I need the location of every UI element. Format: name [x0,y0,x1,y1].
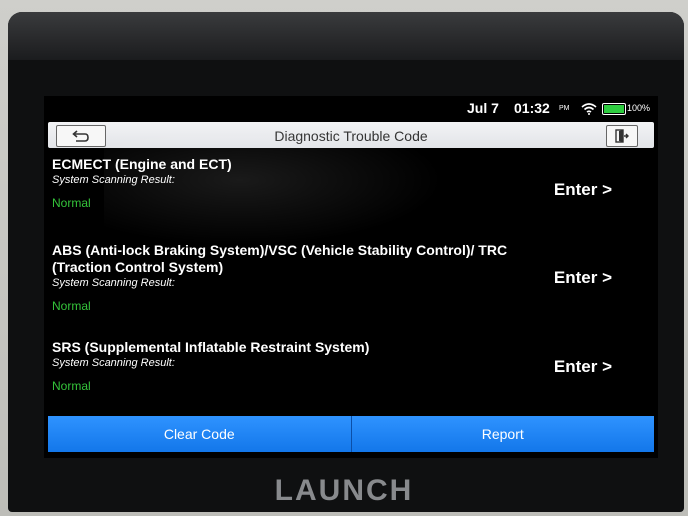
system-name: SRS (Supplemental Inflatable Restraint S… [52,339,370,355]
bezel-top [8,12,684,60]
wifi-icon [581,102,597,118]
enter-button[interactable]: Enter > [554,357,612,377]
title-bar: Diagnostic Trouble Code [48,122,654,148]
status-battery: 100% [627,103,651,113]
enter-button[interactable]: Enter > [554,180,612,200]
page-title: Diagnostic Trouble Code [274,128,428,144]
device-screen: Jul 7 01:32 PM 100% Diagnostic Trouble C… [44,96,658,458]
report-button[interactable]: Report [351,416,654,452]
action-bar: Clear Code Report [48,416,654,452]
system-name: ECMECT (Engine and ECT) [52,156,232,172]
brand-logo: LAUNCH [274,474,414,507]
battery-fill [604,105,624,113]
device-photo: Jul 7 01:32 PM 100% Diagnostic Trouble C… [0,0,688,516]
exit-icon [615,129,629,143]
system-item-srs[interactable]: SRS (Supplemental Inflatable Restraint S… [52,339,650,393]
system-item-abs[interactable]: ABS (Anti-lock Braking System)/VSC (Vehi… [52,242,650,313]
enter-button[interactable]: Enter > [554,268,612,288]
status-bar: Jul 7 01:32 PM 100% [44,96,658,120]
system-status: Normal [52,379,91,393]
system-status: Normal [52,299,91,313]
status-ampm: PM [559,105,570,112]
exit-button[interactable] [606,125,638,147]
status-time: 01:32 [514,100,550,116]
battery-icon [602,103,626,115]
system-item-ecmect[interactable]: ECMECT (Engine and ECT) System Scanning … [52,156,650,210]
system-name: ABS (Anti-lock Braking System)/VSC (Vehi… [52,242,508,275]
status-date: Jul 7 [467,100,499,116]
clear-code-button[interactable]: Clear Code [48,416,351,452]
